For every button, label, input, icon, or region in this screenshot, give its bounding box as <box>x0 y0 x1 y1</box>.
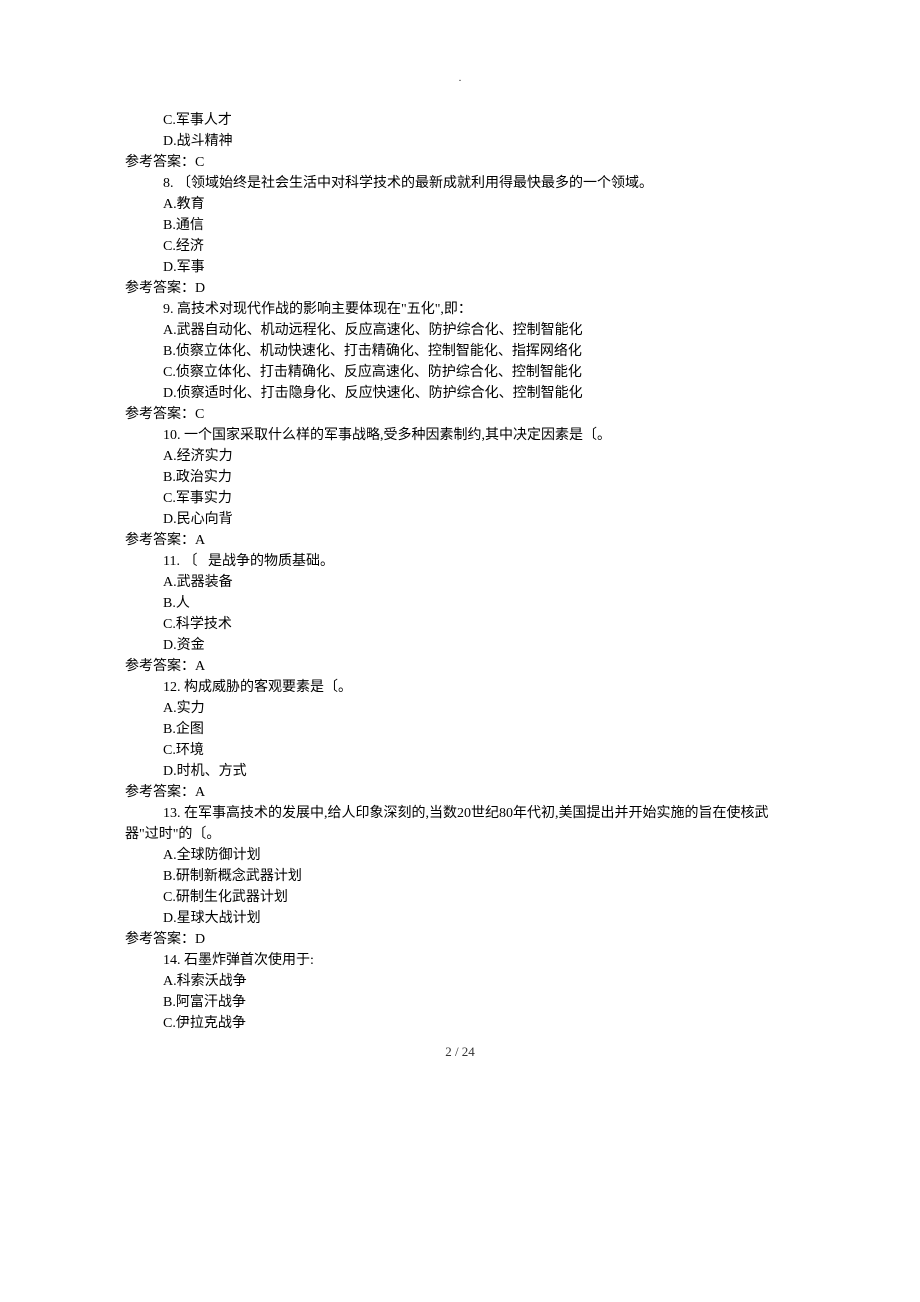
q8-option-c: C.经济 <box>125 236 795 257</box>
q9-option-c: C.侦察立体化、打击精确化、反应高速化、防护综合化、控制智能化 <box>125 362 795 383</box>
document-page: . C.军事人才 D.战斗精神 参考答案：C 8. 〔领域始终是社会生活中对科学… <box>0 0 920 1084</box>
q14-option-c: C.伊拉克战争 <box>125 1013 795 1034</box>
q12-text: 12. 构成威胁的客观要素是〔。 <box>125 677 795 698</box>
q12-option-d: D.时机、方式 <box>125 761 795 782</box>
q11-option-a: A.武器装备 <box>125 572 795 593</box>
q12-answer: 参考答案：A <box>125 782 795 803</box>
q10-option-d: D.民心向背 <box>125 509 795 530</box>
q11-option-d: D.资金 <box>125 635 795 656</box>
q8-option-a: A.教育 <box>125 194 795 215</box>
q9-text: 9. 高技术对现代作战的影响主要体现在"五化",即： <box>125 299 795 320</box>
q13-text-line1: 13. 在军事高技术的发展中,给人印象深刻的,当数20世纪80年代初,美国提出并… <box>125 803 795 824</box>
q13-option-a: A.全球防御计划 <box>125 845 795 866</box>
q12-option-a: A.实力 <box>125 698 795 719</box>
q10-text: 10. 一个国家采取什么样的军事战略,受多种因素制约,其中决定因素是〔。 <box>125 425 795 446</box>
q9-option-b: B.侦察立体化、机动快速化、打击精确化、控制智能化、指挥网络化 <box>125 341 795 362</box>
q11-option-b: B.人 <box>125 593 795 614</box>
q11-option-c: C.科学技术 <box>125 614 795 635</box>
q8-option-d: D.军事 <box>125 257 795 278</box>
q14-text: 14. 石墨炸弹首次使用于: <box>125 950 795 971</box>
page-header-mark: . <box>0 72 920 84</box>
q10-option-c: C.军事实力 <box>125 488 795 509</box>
q13-option-c: C.研制生化武器计划 <box>125 887 795 908</box>
q7-option-c: C.军事人才 <box>125 110 795 131</box>
q8-answer: 参考答案：D <box>125 278 795 299</box>
q7-option-d: D.战斗精神 <box>125 131 795 152</box>
q9-option-a: A.武器自动化、机动远程化、反应高速化、防护综合化、控制智能化 <box>125 320 795 341</box>
q10-option-a: A.经济实力 <box>125 446 795 467</box>
q9-answer: 参考答案：C <box>125 404 795 425</box>
q8-text: 8. 〔领域始终是社会生活中对科学技术的最新成就利用得最快最多的一个领域。 <box>125 173 795 194</box>
q9-option-d: D.侦察适时化、打击隐身化、反应快速化、防护综合化、控制智能化 <box>125 383 795 404</box>
content-body: C.军事人才 D.战斗精神 参考答案：C 8. 〔领域始终是社会生活中对科学技术… <box>125 110 795 1034</box>
q8-option-b: B.通信 <box>125 215 795 236</box>
q13-answer: 参考答案：D <box>125 929 795 950</box>
q10-option-b: B.政治实力 <box>125 467 795 488</box>
q13-option-d: D.星球大战计划 <box>125 908 795 929</box>
q13-text-line2: 器"过时"的〔。 <box>125 824 795 845</box>
q13-option-b: B.研制新概念武器计划 <box>125 866 795 887</box>
q11-answer: 参考答案：A <box>125 656 795 677</box>
q7-answer: 参考答案：C <box>125 152 795 173</box>
q14-option-b: B.阿富汗战争 <box>125 992 795 1013</box>
q12-option-c: C.环境 <box>125 740 795 761</box>
q10-answer: 参考答案：A <box>125 530 795 551</box>
q14-option-a: A.科索沃战争 <box>125 971 795 992</box>
q12-option-b: B.企图 <box>125 719 795 740</box>
q11-text: 11. 〔 是战争的物质基础。 <box>125 551 795 572</box>
page-number: 2 / 24 <box>0 1044 920 1060</box>
